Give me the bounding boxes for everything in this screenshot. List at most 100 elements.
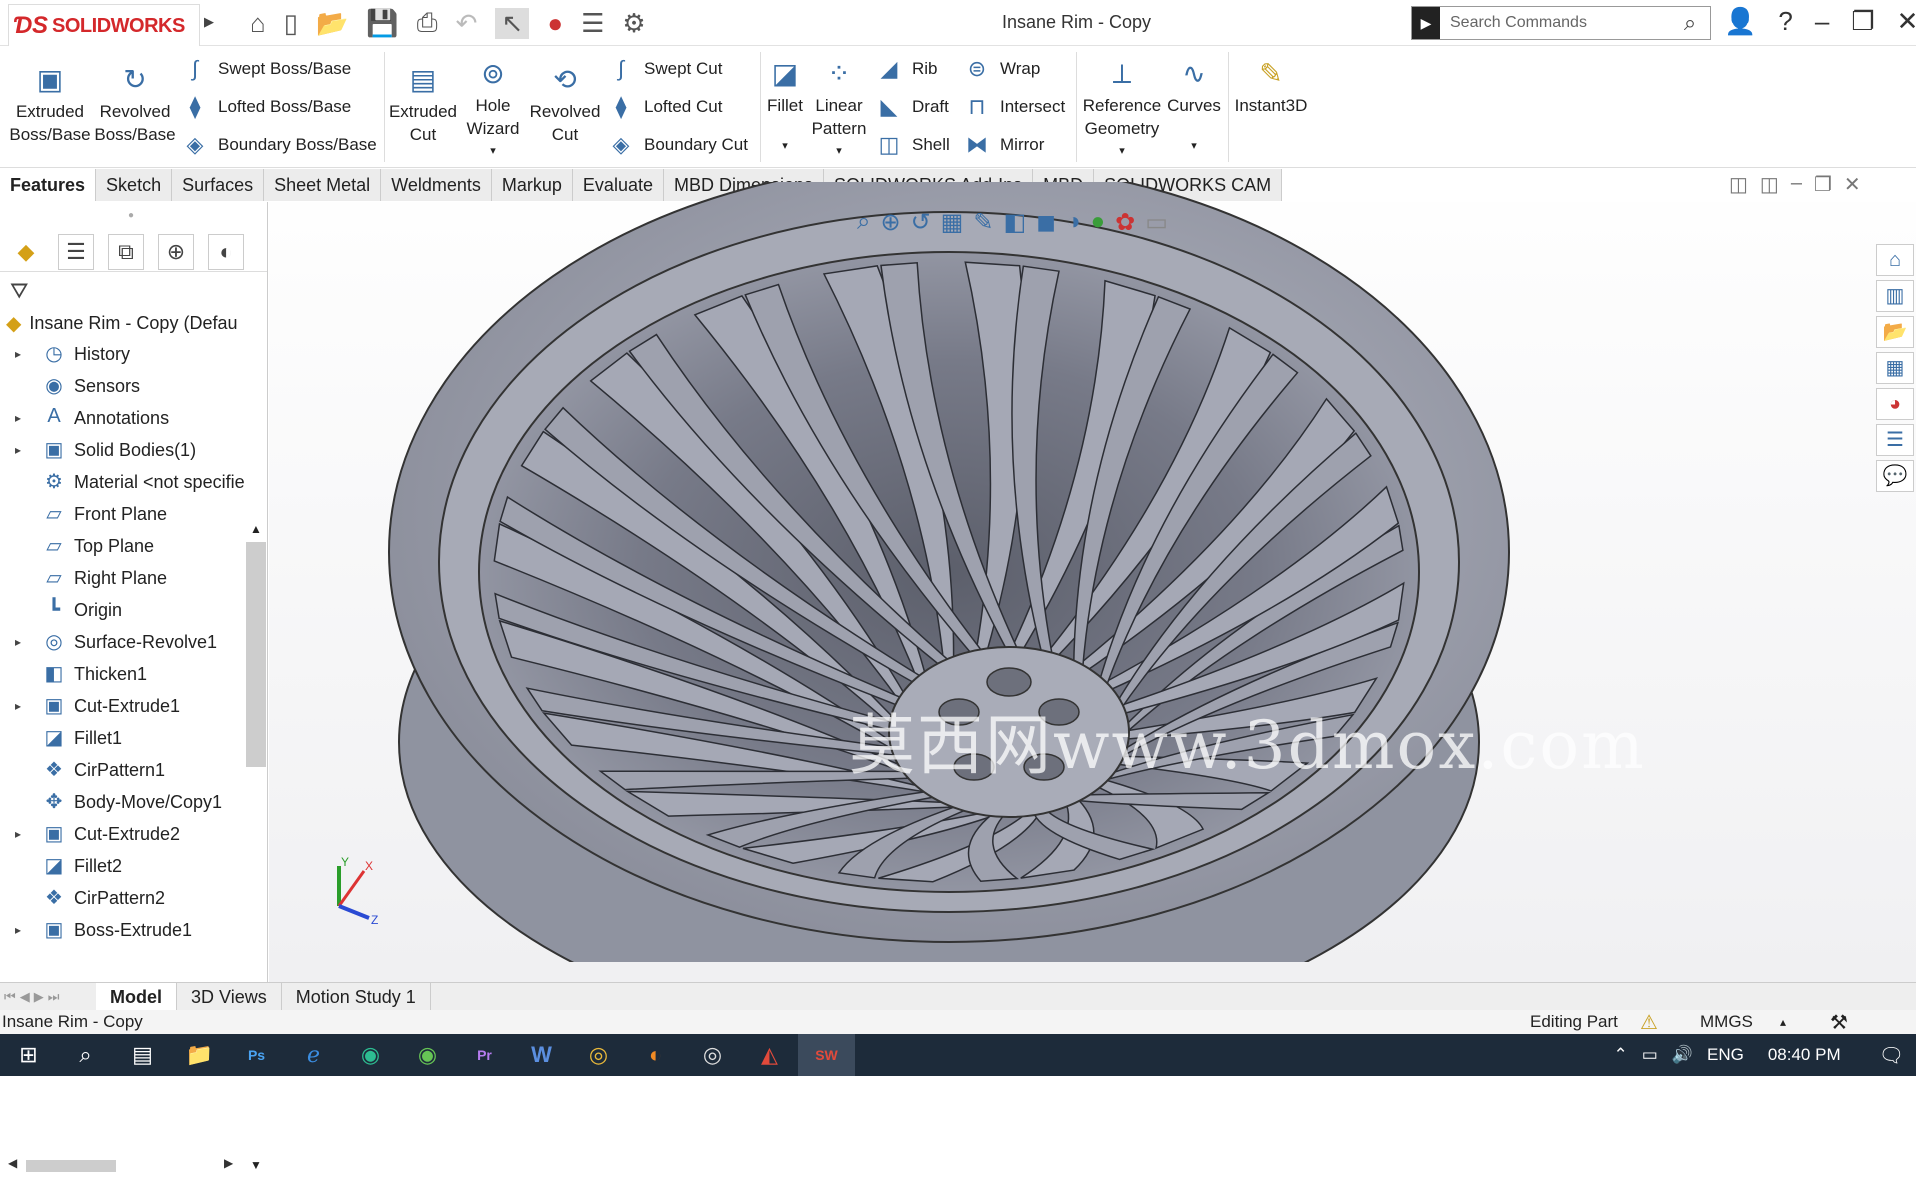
media-player-icon[interactable]: ◎ (684, 1034, 741, 1076)
network-icon[interactable]: ▭ (1642, 1045, 1658, 1065)
tab-surfaces[interactable]: Surfaces (172, 169, 265, 201)
viewport-close-icon[interactable]: ✕ (1844, 172, 1861, 197)
boundary-boss-button[interactable]: ◈ Boundary Boss/Base (180, 130, 377, 160)
tree-item[interactable]: ◪ Fillet1 (0, 722, 267, 754)
panel-right-icon[interactable]: ◫ (1760, 172, 1779, 197)
tree-item[interactable]: ▸ ▣ Solid Bodies(1) (0, 434, 267, 466)
file-explorer-icon[interactable]: 📂 (1876, 316, 1914, 348)
graphics-area[interactable]: 莫西网www.3dmox.com ⌕ ⊕ ↺ ▦ ✎ ◧ ◼ ◑ ● ✿ ▭ ◫… (269, 172, 1916, 982)
file-properties-icon[interactable]: ☰ (581, 8, 604, 39)
tree-item[interactable]: ❖ CirPattern1 (0, 754, 267, 786)
units-arrow-icon[interactable]: ▴ (1780, 1015, 1830, 1029)
notifications-icon[interactable]: 🗨 (1879, 1043, 1904, 1068)
edit-appearance-icon[interactable]: ● (1091, 208, 1106, 237)
units-selector[interactable]: MMGS (1700, 1012, 1780, 1032)
expand-arrow-icon[interactable]: ▸ (8, 827, 28, 841)
tree-item[interactable]: ◉ Sensors (0, 370, 267, 402)
property-manager-icon[interactable]: ☰ (58, 233, 94, 270)
first-tab-icon[interactable]: ⏮ (4, 989, 16, 1005)
search-input[interactable]: Search Commands (1440, 14, 1670, 32)
hole-wizard-button[interactable]: ⊚ Hole Wizard ▾ (460, 54, 526, 163)
filter-icon[interactable]: ⛛ (0, 272, 267, 308)
tree-item[interactable]: ▱ Right Plane (0, 562, 267, 594)
tree-root-part[interactable]: ◆ Insane Rim - Copy (Defau (0, 308, 267, 338)
open-file-icon[interactable]: 📂 (316, 8, 348, 39)
dropdown-arrow-icon[interactable]: ▾ (760, 135, 810, 158)
bottom-tab-3d-views[interactable]: 3D Views (177, 982, 282, 1011)
revolved-boss-button[interactable]: ↻ Revolved Boss/Base (94, 60, 176, 146)
photoshop-icon[interactable]: Ps (228, 1034, 285, 1076)
dropdown-arrow-icon[interactable]: ▾ (1164, 135, 1224, 158)
edge-icon[interactable]: ◉ (342, 1034, 399, 1076)
close-icon[interactable]: ✕ (1897, 6, 1916, 37)
panel-left-icon[interactable]: ◫ (1729, 172, 1748, 197)
tray-expand-icon[interactable]: ⌃ (1614, 1045, 1628, 1065)
view-palette-icon[interactable]: ▦ (1876, 352, 1914, 384)
wrap-button[interactable]: ⊜ Wrap (962, 54, 1041, 84)
user-icon[interactable]: 👤 (1724, 6, 1756, 37)
tree-item[interactable]: ┗ Origin (0, 594, 267, 626)
viewport-minimize-icon[interactable]: – (1791, 172, 1802, 197)
scroll-thumb[interactable] (246, 542, 266, 767)
tab-sketch[interactable]: Sketch (96, 169, 173, 201)
shell-button[interactable]: ◫ Shell (874, 130, 950, 160)
appearances-icon[interactable]: ◕ (1876, 388, 1914, 420)
solidworks-resources-icon[interactable]: ⌂ (1876, 244, 1914, 276)
minimize-icon[interactable]: – (1815, 6, 1829, 37)
tree-item[interactable]: ▸ ▣ Cut-Extrude1 (0, 690, 267, 722)
panel-grip-icon[interactable]: ● (128, 210, 134, 221)
prev-tab-icon[interactable]: ◀ (20, 989, 30, 1005)
scroll-down-icon[interactable]: ▼ (246, 1158, 266, 1172)
forum-icon[interactable]: 💬 (1876, 460, 1914, 492)
last-tab-icon[interactable]: ⏭ (48, 989, 60, 1005)
display-style-icon[interactable]: ◼ (1036, 208, 1056, 237)
dropdown-arrow-icon[interactable]: ▾ (460, 140, 526, 163)
tree-item[interactable]: ▸ ▣ Cut-Extrude2 (0, 818, 267, 850)
dynamic-annotation-icon[interactable]: ✎ (973, 208, 993, 237)
draft-button[interactable]: ◣ Draft (874, 92, 949, 122)
swept-cut-button[interactable]: ∫ Swept Cut (606, 54, 722, 84)
select-icon[interactable]: ↖ (495, 7, 530, 39)
edge-legacy-icon[interactable]: ℯ (285, 1034, 342, 1076)
scroll-left-icon[interactable]: ◀ (8, 1156, 17, 1170)
revolved-cut-button[interactable]: ⟲ Revolved Cut (528, 60, 602, 146)
tree-item[interactable]: ◧ Thicken1 (0, 658, 267, 690)
apply-scene-icon[interactable]: ✿ (1115, 208, 1135, 237)
boundary-cut-button[interactable]: ◈ Boundary Cut (606, 130, 748, 160)
custom-properties-icon[interactable]: ☰ (1876, 424, 1914, 456)
next-tab-icon[interactable]: ▶ (34, 989, 44, 1005)
windows-start-icon[interactable]: ⊞ (0, 1034, 57, 1076)
fillet-button[interactable]: ◪ Fillet ▾ (760, 54, 810, 158)
home-icon[interactable]: ⌂ (250, 8, 266, 39)
swept-boss-button[interactable]: ∫ Swept Boss/Base (180, 54, 351, 84)
tree-item[interactable]: ▱ Top Plane (0, 530, 267, 562)
display-manager-icon[interactable]: ◐ (208, 233, 244, 270)
lofted-boss-button[interactable]: ⧫ Lofted Boss/Base (180, 92, 352, 122)
file-explorer-taskbar-icon[interactable]: 📁 (171, 1034, 228, 1076)
tree-item[interactable]: ▸ ◎ Surface-Revolve1 (0, 626, 267, 658)
zoom-area-icon[interactable]: ⊕ (880, 208, 900, 237)
premiere-icon[interactable]: Pr (456, 1034, 513, 1076)
dimxpert-manager-icon[interactable]: ⊕ (158, 233, 194, 270)
bottom-tab-motion-study-1[interactable]: Motion Study 1 (282, 982, 431, 1011)
configuration-manager-icon[interactable]: ⧉ (108, 233, 144, 270)
reference-geometry-button[interactable]: ⟂ Reference Geometry ▾ (1078, 54, 1166, 163)
rebuild-warning-icon[interactable]: ⚠ (1640, 1010, 1700, 1035)
chrome-icon[interactable]: ◎ (570, 1034, 627, 1076)
view-orientation-icon[interactable]: ◧ (1003, 208, 1026, 237)
hscroll-thumb[interactable] (26, 1160, 116, 1172)
expand-arrow-icon[interactable]: ▸ (8, 411, 28, 425)
edge-dev-icon[interactable]: ◉ (399, 1034, 456, 1076)
new-file-icon[interactable]: ▯ (284, 8, 298, 39)
tree-item[interactable]: ▱ Front Plane (0, 498, 267, 530)
firefox-icon[interactable]: ◐ (627, 1034, 684, 1076)
feature-manager-icon[interactable]: ◆ (8, 233, 44, 270)
tab-features[interactable]: Features (0, 169, 97, 201)
tree-item[interactable]: ✥ Body-Move/Copy1 (0, 786, 267, 818)
scroll-up-icon[interactable]: ▲ (246, 522, 266, 536)
linear-pattern-button[interactable]: ⁘ Linear Pattern ▾ (806, 54, 872, 163)
view-settings-icon[interactable]: ▭ (1145, 208, 1168, 237)
tree-item[interactable]: ▸ ▣ Boss-Extrude1 (0, 914, 267, 946)
language-indicator[interactable]: ENG (1707, 1045, 1744, 1065)
search-taskbar-icon[interactable]: ⌕ (57, 1034, 114, 1076)
